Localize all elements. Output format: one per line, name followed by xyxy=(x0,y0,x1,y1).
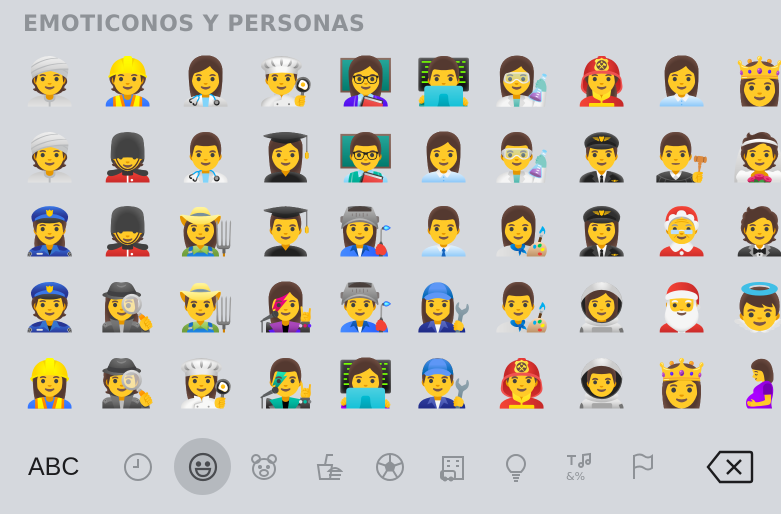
abc-button[interactable]: ABC xyxy=(28,453,79,482)
emoji-key[interactable]: 👩‍🌾 xyxy=(176,198,236,264)
objects-category-button[interactable] xyxy=(496,447,536,487)
emoji-grid: 👳 👷 👩‍⚕️ 👨‍🍳 👩‍🏫 👨‍💻 👩‍🔬 👩‍🚒 👩‍💼 👸 👳 💂 👨‍⚕️ 👩‍🎓 👨‍🏫 👩‍💼… xyxy=(0,0,781,420)
flag-icon xyxy=(633,453,653,479)
emoji-key[interactable]: 👨‍🔬 xyxy=(492,124,552,190)
clock-icon xyxy=(124,453,152,481)
food-category-button[interactable] xyxy=(307,447,347,487)
bulb-icon xyxy=(505,454,527,482)
svg-text:&%: &% xyxy=(566,470,585,483)
recent-category-button[interactable] xyxy=(118,447,158,487)
smileys-category-button[interactable] xyxy=(174,438,231,495)
emoji-key[interactable]: 👩‍💼 xyxy=(652,48,712,114)
emoji-key[interactable]: 👸 xyxy=(730,48,781,114)
emoji-key[interactable]: 👨‍🎨 xyxy=(492,274,552,340)
emoji-key[interactable]: 🤰 xyxy=(730,350,781,416)
emoji-key[interactable]: 👨‍🏭 xyxy=(336,274,396,340)
emoji-key[interactable]: 👷‍♀️ xyxy=(20,350,80,416)
emoji-key[interactable]: 🎅 xyxy=(652,274,712,340)
emoji-key[interactable]: 💂 xyxy=(98,198,158,264)
emoji-key[interactable]: 🕵️‍♀️ xyxy=(98,274,158,340)
emoji-key[interactable]: 👳 xyxy=(20,124,80,190)
activity-category-button[interactable] xyxy=(370,447,410,487)
emoji-key[interactable]: 👸 xyxy=(652,350,712,416)
travel-category-button[interactable] xyxy=(433,447,473,487)
delete-icon xyxy=(706,450,754,484)
emoji-key[interactable]: 👨‍💼 xyxy=(414,198,474,264)
smiley-icon xyxy=(188,452,217,481)
emoji-key[interactable]: 👨‍🚒 xyxy=(492,350,552,416)
emoji-key[interactable]: 👩‍💼 xyxy=(414,124,474,190)
emoji-key[interactable]: 👨‍🔧 xyxy=(414,350,474,416)
emoji-key[interactable]: 👷 xyxy=(98,48,158,114)
ball-icon xyxy=(376,453,404,481)
bear-icon xyxy=(251,454,277,480)
symbols-icon: &% xyxy=(566,452,591,483)
animals-category-button[interactable] xyxy=(244,447,284,487)
emoji-key[interactable]: 👩‍🔧 xyxy=(414,274,474,340)
delete-button[interactable] xyxy=(706,450,754,484)
emoji-key[interactable]: 👩‍🔬 xyxy=(492,48,552,114)
emoji-key[interactable]: 👨‍✈️ xyxy=(572,124,632,190)
food-icon xyxy=(316,454,343,480)
building-icon xyxy=(440,456,464,482)
emoji-key[interactable]: 👨‍⚕️ xyxy=(176,124,236,190)
emoji-key[interactable]: 👩‍🏭 xyxy=(336,198,396,264)
emoji-key[interactable]: 💂 xyxy=(98,124,158,190)
emoji-key[interactable]: 👩‍🍳 xyxy=(176,350,236,416)
emoji-key[interactable]: 👩‍🚀 xyxy=(572,274,632,340)
emoji-key[interactable]: 👨‍🏫 xyxy=(336,124,396,190)
emoji-key[interactable]: 👨‍🍳 xyxy=(256,48,316,114)
emoji-key[interactable]: 👨‍⚖️ xyxy=(652,124,712,190)
emoji-key[interactable]: 👼 xyxy=(730,274,781,340)
emoji-key[interactable]: 👳 xyxy=(20,48,80,114)
emoji-keyboard: EMOTICONOS Y PERSONAS 👳 👷 👩‍⚕️ 👨‍🍳 👩‍🏫 👨‍💻 👩‍🔬… xyxy=(0,0,781,514)
emoji-key[interactable]: 👮 xyxy=(20,274,80,340)
emoji-key[interactable]: 👩‍🎨 xyxy=(492,198,552,264)
symbols-category-button[interactable]: &% xyxy=(559,447,599,487)
emoji-key[interactable]: 👮‍♀️ xyxy=(20,198,80,264)
emoji-key[interactable]: 🕵️ xyxy=(98,350,158,416)
emoji-key[interactable]: 👨‍💻 xyxy=(414,48,474,114)
emoji-key[interactable]: 👩‍✈️ xyxy=(572,198,632,264)
emoji-key[interactable]: 👩‍🎓 xyxy=(256,124,316,190)
emoji-key[interactable]: 👩‍🚒 xyxy=(572,48,632,114)
emoji-key[interactable]: 👩‍🎤 xyxy=(256,274,316,340)
flags-category-button[interactable] xyxy=(622,447,662,487)
emoji-key[interactable]: 👩‍🏫 xyxy=(336,48,396,114)
emoji-key[interactable]: 👨‍🚀 xyxy=(572,350,632,416)
emoji-key[interactable]: 👩‍💻 xyxy=(336,350,396,416)
emoji-key[interactable]: 👰 xyxy=(730,124,781,190)
emoji-key[interactable]: 🤶 xyxy=(652,198,712,264)
emoji-key[interactable]: 👨‍🎓 xyxy=(256,198,316,264)
emoji-key[interactable]: 👩‍⚕️ xyxy=(176,48,236,114)
emoji-key[interactable]: 👨‍🌾 xyxy=(176,274,236,340)
emoji-key[interactable]: 👨‍🎤 xyxy=(256,350,316,416)
emoji-key[interactable]: 🤵 xyxy=(730,198,781,264)
keyboard-toolbar: ABC &% xyxy=(0,434,781,504)
